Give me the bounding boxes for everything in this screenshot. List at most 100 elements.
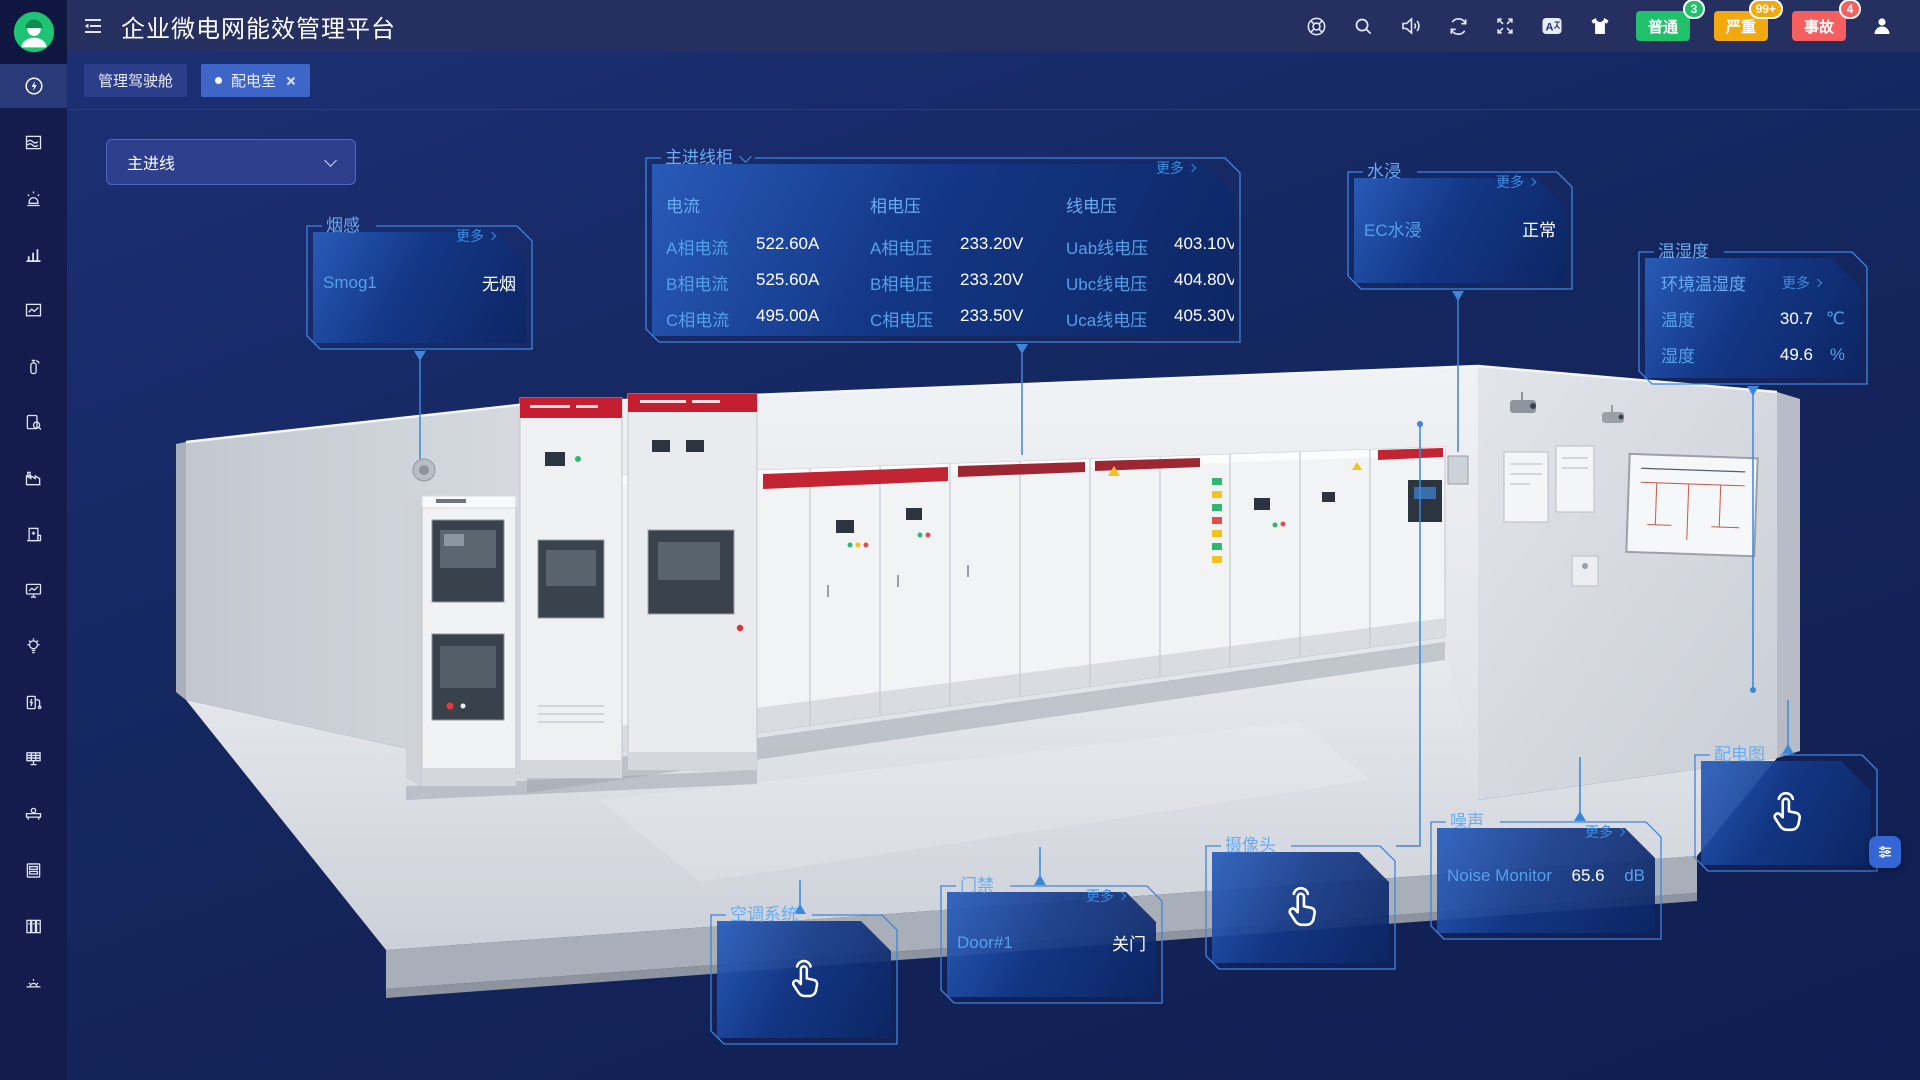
phase-b-voltage-label: B相电压 bbox=[870, 270, 960, 295]
sidebar-item-archive[interactable] bbox=[0, 904, 67, 948]
door-more-link[interactable]: 更多 bbox=[1086, 886, 1125, 906]
panel-smoke: 烟感 更多 Smog1 无烟 bbox=[306, 216, 533, 350]
control-panel-icon bbox=[23, 860, 44, 881]
main-cabinet-title[interactable]: 主进线柜 bbox=[665, 147, 750, 169]
door-device-label: Door#1 bbox=[957, 933, 1013, 953]
phase-a-voltage-value: 233.20V bbox=[960, 234, 1023, 259]
chevron-right-icon bbox=[1118, 892, 1126, 900]
panel-door: 门禁 更多 Door#1 关门 bbox=[940, 876, 1163, 1004]
sidebar-item-hospital[interactable] bbox=[0, 512, 67, 556]
uab-voltage-label: Uab线电压 bbox=[1066, 234, 1174, 259]
search-icon[interactable] bbox=[1352, 15, 1375, 38]
sidebar-item-sunrise[interactable] bbox=[0, 960, 67, 1004]
alert-button-accident[interactable]: 事故 4 bbox=[1792, 11, 1846, 41]
menu-collapse-icon[interactable] bbox=[81, 14, 105, 38]
alert-accident-badge: 4 bbox=[1839, 0, 1861, 19]
sidebar-item-ev-charger[interactable] bbox=[0, 680, 67, 724]
camera-panel-title: 摄像头 bbox=[1225, 835, 1276, 857]
factory-icon bbox=[23, 468, 44, 489]
phase-a-current-label: A相电流 bbox=[666, 234, 756, 259]
hand-pointer-icon bbox=[1278, 885, 1324, 931]
sidebar-item-lighting[interactable] bbox=[0, 624, 67, 668]
sidebar-item-alarm[interactable] bbox=[0, 176, 67, 220]
alarm-light-icon bbox=[23, 188, 44, 209]
door-panel-title: 门禁 bbox=[960, 875, 994, 897]
bar-chart-icon bbox=[23, 244, 44, 265]
safety-worker-logo bbox=[11, 9, 57, 55]
alert-button-normal[interactable]: 普通 3 bbox=[1636, 11, 1690, 41]
sound-icon[interactable] bbox=[1399, 14, 1423, 38]
main-cabinet-more-link[interactable]: 更多 bbox=[1156, 158, 1195, 178]
sliders-icon bbox=[1876, 843, 1894, 861]
refresh-icon[interactable] bbox=[1447, 15, 1470, 38]
tab-bar: 管理驾驶舱 配电室 bbox=[67, 52, 1920, 110]
tab-dashboard[interactable]: 管理驾驶舱 bbox=[84, 64, 187, 97]
phase-a-voltage-label: A相电压 bbox=[870, 234, 960, 259]
hvac-click-area[interactable] bbox=[717, 921, 891, 1038]
phase-b-voltage-value: 233.20V bbox=[960, 270, 1023, 295]
humidity-unit: % bbox=[1813, 345, 1845, 365]
sidebar-item-power[interactable] bbox=[0, 64, 67, 108]
alert-button-severe[interactable]: 严重 99+ bbox=[1714, 11, 1768, 41]
line-selector-dropdown[interactable]: 主进线 bbox=[106, 139, 356, 185]
phase-voltage-header: 相电压 bbox=[870, 192, 1066, 217]
temp-humidity-subtitle-row: 环境温湿度 更多 bbox=[1661, 270, 1845, 295]
chevron-right-icon bbox=[1814, 278, 1822, 286]
noise-more-link[interactable]: 更多 bbox=[1585, 822, 1624, 842]
fullscreen-icon[interactable] bbox=[1494, 15, 1516, 37]
panel-distribution-diagram: 配电图 bbox=[1694, 745, 1878, 872]
water-panel-title: 水浸 bbox=[1367, 161, 1401, 183]
diagram-click-area[interactable] bbox=[1701, 761, 1871, 865]
sidebar-item-inspection[interactable] bbox=[0, 400, 67, 444]
temperature-row: 温度 30.7 ℃ bbox=[1661, 306, 1845, 331]
temperature-label: 温度 bbox=[1661, 306, 1695, 331]
water-level-icon bbox=[23, 132, 44, 153]
solar-panel-icon bbox=[23, 748, 44, 769]
smoke-panel-title: 烟感 bbox=[326, 215, 360, 237]
user-icon[interactable] bbox=[1870, 14, 1894, 38]
tab-room-label: 配电室 bbox=[231, 70, 276, 91]
app-root: 企业微电网能效管理平台 bbox=[0, 0, 1920, 1080]
water-more-link[interactable]: 更多 bbox=[1496, 172, 1535, 192]
sidebar-item-bar-chart[interactable] bbox=[0, 232, 67, 276]
current-header: 电流 bbox=[666, 192, 870, 217]
alert-normal-badge: 3 bbox=[1683, 0, 1705, 19]
tab-distribution-room[interactable]: 配电室 bbox=[201, 64, 310, 97]
translate-icon[interactable]: A bbox=[1540, 14, 1564, 38]
sidebar-nav bbox=[0, 64, 67, 1016]
temp-humidity-more-link[interactable]: 更多 bbox=[1782, 273, 1821, 293]
chevron-right-icon bbox=[488, 232, 496, 240]
sidebar-item-monitor[interactable] bbox=[0, 568, 67, 612]
sidebar-item-pipeline[interactable] bbox=[0, 792, 67, 836]
sidebar-item-trend-chart[interactable] bbox=[0, 288, 67, 332]
temp-humidity-panel-title: 温湿度 bbox=[1658, 241, 1709, 263]
env-temp-humidity-label: 环境温湿度 bbox=[1661, 270, 1746, 295]
temperature-value: 30.7 bbox=[1780, 309, 1813, 329]
noise-unit: dB bbox=[1624, 866, 1645, 886]
chevron-down-icon bbox=[739, 150, 752, 163]
line-selector-value: 主进线 bbox=[127, 150, 175, 174]
sidebar-item-solar-panel[interactable] bbox=[0, 736, 67, 780]
tab-dashboard-label: 管理驾驶舱 bbox=[98, 70, 173, 91]
theme-tshirt-icon[interactable] bbox=[1588, 14, 1612, 38]
alert-severe-label: 严重 bbox=[1726, 16, 1756, 37]
active-tab-dot bbox=[215, 77, 222, 84]
noise-row: Noise Monitor 65.6 dB bbox=[1447, 866, 1645, 886]
sidebar-item-extinguisher[interactable] bbox=[0, 344, 67, 388]
app-logo[interactable] bbox=[0, 0, 67, 64]
power-bolt-icon bbox=[23, 75, 45, 97]
door-status-value: 关门 bbox=[1112, 930, 1146, 955]
diagram-settings-button[interactable] bbox=[1869, 836, 1901, 868]
noise-panel-title: 噪声 bbox=[1450, 811, 1484, 833]
help-icon[interactable] bbox=[1305, 15, 1328, 38]
fire-extinguisher-icon bbox=[23, 356, 44, 377]
header-actions: A 普通 3 严重 99+ 事故 4 bbox=[1305, 11, 1894, 41]
app-header: 企业微电网能效管理平台 bbox=[67, 0, 1920, 52]
sidebar-item-water-level[interactable] bbox=[0, 120, 67, 164]
line-voltage-header: 线电压 bbox=[1066, 192, 1237, 217]
camera-click-area[interactable] bbox=[1212, 852, 1389, 963]
smoke-more-link[interactable]: 更多 bbox=[456, 226, 495, 246]
sidebar-item-control-panel[interactable] bbox=[0, 848, 67, 892]
close-tab-icon[interactable] bbox=[285, 75, 296, 86]
sidebar-item-factory[interactable] bbox=[0, 456, 67, 500]
